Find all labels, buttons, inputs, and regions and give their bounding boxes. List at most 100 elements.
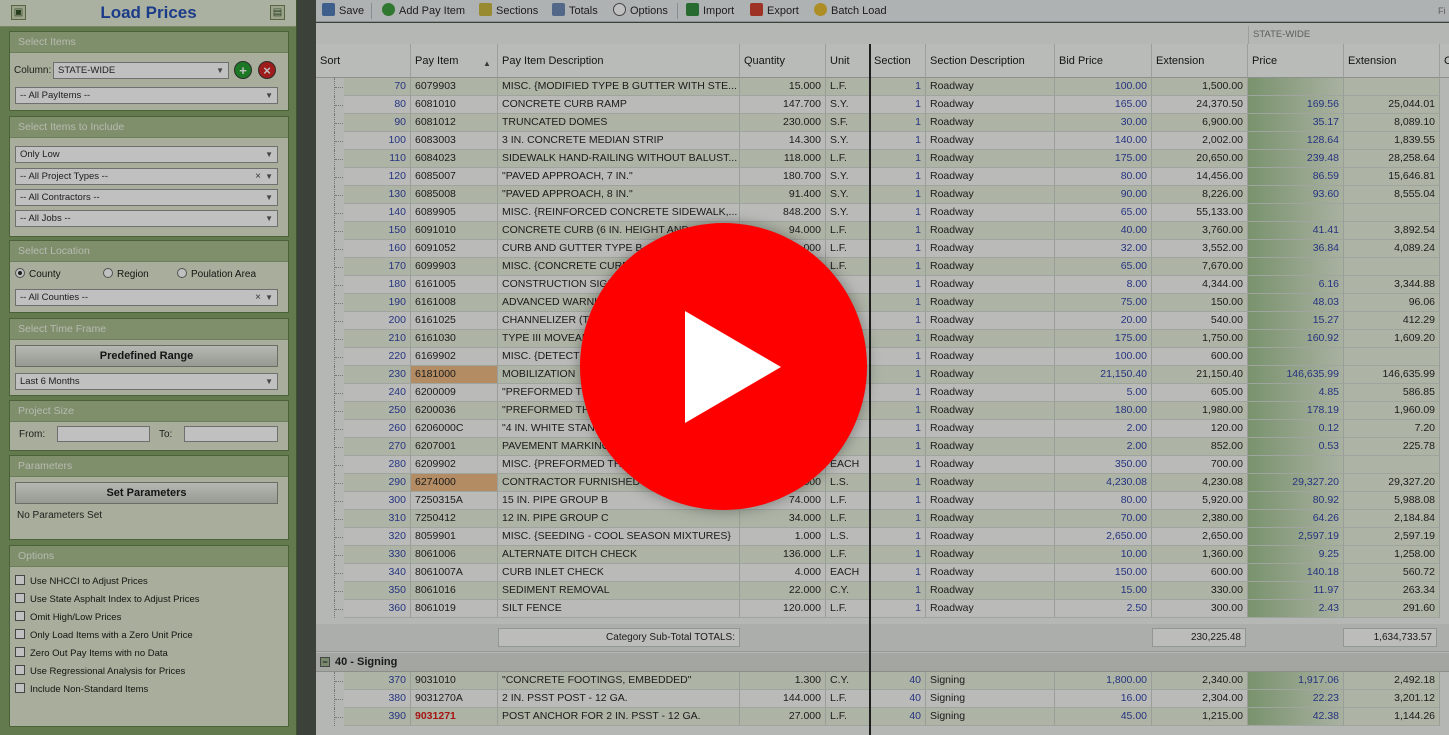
cell-item[interactable]: 8061019	[411, 600, 498, 618]
range-select[interactable]: Last 6 Months ▼	[15, 373, 278, 390]
cell-unit[interactable]: L.F.	[826, 708, 870, 726]
cell-sort[interactable]: 350	[344, 582, 411, 600]
cell-ext[interactable]: 8,226.00	[1152, 186, 1248, 204]
cell-section[interactable]: 1	[870, 438, 926, 456]
cell-desc[interactable]: "PAVED APPROACH, 8 IN."	[498, 186, 740, 204]
only-low-select[interactable]: Only Low ▼	[15, 146, 278, 163]
jobs-select[interactable]: -- All Jobs -- ▼	[15, 210, 278, 227]
option-asphalt-checkbox[interactable]: Use State Asphalt Index to Adjust Prices	[15, 593, 200, 605]
cell-price[interactable]: 36.84	[1248, 240, 1344, 258]
cell-qty[interactable]: 4.000	[740, 564, 826, 582]
cell-secdesc[interactable]: Roadway	[926, 168, 1055, 186]
cell-unit[interactable]: L.F.	[826, 78, 870, 96]
cell-price[interactable]: 128.64	[1248, 132, 1344, 150]
cell-price[interactable]: 48.03	[1248, 294, 1344, 312]
cell-pext[interactable]: 96.06	[1344, 294, 1440, 312]
table-row[interactable]: 250 6200036 "PREFORMED TH 1 Roadway 180.00 1,9…	[316, 402, 1449, 420]
table-row[interactable]: 290 6274000 CONTRACTOR FURNISHED S 000 L.S. 1…	[316, 474, 1449, 492]
cell-pext[interactable]: 5,988.08	[1344, 492, 1440, 510]
cell-secdesc[interactable]: Signing	[926, 690, 1055, 708]
table-row[interactable]: 280 6209902 MISC. {PREFORMED THE EACH 1 Roadw…	[316, 456, 1449, 474]
cell-secdesc[interactable]: Roadway	[926, 78, 1055, 96]
region-radio[interactable]: Region	[103, 268, 149, 280]
cell-section[interactable]: 1	[870, 78, 926, 96]
cell-sort[interactable]: 180	[344, 276, 411, 294]
cell-pext[interactable]: 3,201.12	[1344, 690, 1440, 708]
cell-item[interactable]: 8061007A	[411, 564, 498, 582]
cell-section[interactable]: 1	[870, 348, 926, 366]
cell-item[interactable]: 6083003	[411, 132, 498, 150]
cell-price[interactable]: 42.38	[1248, 708, 1344, 726]
signing-group-header[interactable]: − 40 - Signing	[316, 653, 1449, 672]
cell-item[interactable]: 6161008	[411, 294, 498, 312]
cell-section[interactable]: 1	[870, 582, 926, 600]
cell-section[interactable]: 1	[870, 600, 926, 618]
cell-unit[interactable]: L.F.	[826, 546, 870, 564]
cell-item[interactable]: 6089905	[411, 204, 498, 222]
cell-unit[interactable]: L.F.	[826, 690, 870, 708]
cell-ext[interactable]: 20,650.00	[1152, 150, 1248, 168]
cell-bid[interactable]: 65.00	[1055, 204, 1152, 222]
population-area-radio[interactable]: Poulation Area	[177, 268, 256, 280]
cell-desc[interactable]: CONCRETE CURB RAMP	[498, 96, 740, 114]
contractors-select[interactable]: -- All Contractors -- ▼	[15, 189, 278, 206]
cell-item[interactable]: 7250315A	[411, 492, 498, 510]
cell-pext[interactable]: 25,044.01	[1344, 96, 1440, 114]
cell-bid[interactable]: 100.00	[1055, 348, 1152, 366]
cell-unit[interactable]: S.Y.	[826, 186, 870, 204]
cell-ext[interactable]: 852.00	[1152, 438, 1248, 456]
cell-section[interactable]: 1	[870, 546, 926, 564]
set-parameters-button[interactable]: Set Parameters	[15, 482, 278, 504]
cell-secdesc[interactable]: Roadway	[926, 150, 1055, 168]
cell-section[interactable]: 1	[870, 492, 926, 510]
cell-ext[interactable]: 540.00	[1152, 312, 1248, 330]
cell-pext[interactable]: 8,555.04	[1344, 186, 1440, 204]
cell-sort[interactable]: 100	[344, 132, 411, 150]
cell-bid[interactable]: 75.00	[1055, 294, 1152, 312]
option-omit-highlow-checkbox[interactable]: Omit High/Low Prices	[15, 611, 121, 623]
cell-pext[interactable]: 1,960.09	[1344, 402, 1440, 420]
cell-section[interactable]: 40	[870, 690, 926, 708]
cell-bid[interactable]: 2,650.00	[1055, 528, 1152, 546]
cell-unit[interactable]: S.Y.	[826, 96, 870, 114]
cell-bid[interactable]: 100.00	[1055, 78, 1152, 96]
cell-price[interactable]	[1248, 456, 1344, 474]
cell-bid[interactable]: 70.00	[1055, 510, 1152, 528]
cell-item[interactable]: 6091010	[411, 222, 498, 240]
cell-item[interactable]: 9031010	[411, 672, 498, 690]
cell-price[interactable]	[1248, 78, 1344, 96]
cell-sort[interactable]: 250	[344, 402, 411, 420]
cell-item[interactable]: 6181000	[411, 366, 498, 384]
table-row[interactable]: 240 6200009 "PREFORMED TH 1 Roadway 5.00 605.0…	[316, 384, 1449, 402]
cell-pext[interactable]: 3,892.54	[1344, 222, 1440, 240]
cell-item[interactable]: 6274000	[411, 474, 498, 492]
from-input[interactable]	[57, 426, 150, 442]
cell-desc[interactable]: SIDEWALK HAND-RAILING WITHOUT BALUST...	[498, 150, 740, 168]
cell-price[interactable]: 35.17	[1248, 114, 1344, 132]
cell-secdesc[interactable]: Roadway	[926, 366, 1055, 384]
cell-item[interactable]: 6079903	[411, 78, 498, 96]
cell-section[interactable]: 1	[870, 204, 926, 222]
cell-section[interactable]: 1	[870, 186, 926, 204]
cell-sort[interactable]: 370	[344, 672, 411, 690]
sections-button[interactable]: Sections	[479, 3, 538, 19]
cell-secdesc[interactable]: Roadway	[926, 330, 1055, 348]
cell-pext[interactable]: 1,609.20	[1344, 330, 1440, 348]
cell-section[interactable]: 1	[870, 402, 926, 420]
predefined-range-button[interactable]: Predefined Range	[15, 345, 278, 367]
cell-pext[interactable]	[1344, 78, 1440, 96]
cell-price[interactable]: 86.59	[1248, 168, 1344, 186]
cell-section[interactable]: 1	[870, 474, 926, 492]
cell-desc[interactable]: 3 IN. CONCRETE MEDIAN STRIP	[498, 132, 740, 150]
cell-unit[interactable]: L.F.	[826, 600, 870, 618]
cell-secdesc[interactable]: Roadway	[926, 546, 1055, 564]
cell-pext[interactable]	[1344, 456, 1440, 474]
column-header[interactable]: Section	[870, 44, 926, 78]
cell-secdesc[interactable]: Roadway	[926, 510, 1055, 528]
cell-pext[interactable]: 4,089.24	[1344, 240, 1440, 258]
cell-secdesc[interactable]: Roadway	[926, 186, 1055, 204]
cell-section[interactable]: 1	[870, 564, 926, 582]
cell-bid[interactable]: 65.00	[1055, 258, 1152, 276]
cell-secdesc[interactable]: Roadway	[926, 420, 1055, 438]
cell-item[interactable]: 6161025	[411, 312, 498, 330]
